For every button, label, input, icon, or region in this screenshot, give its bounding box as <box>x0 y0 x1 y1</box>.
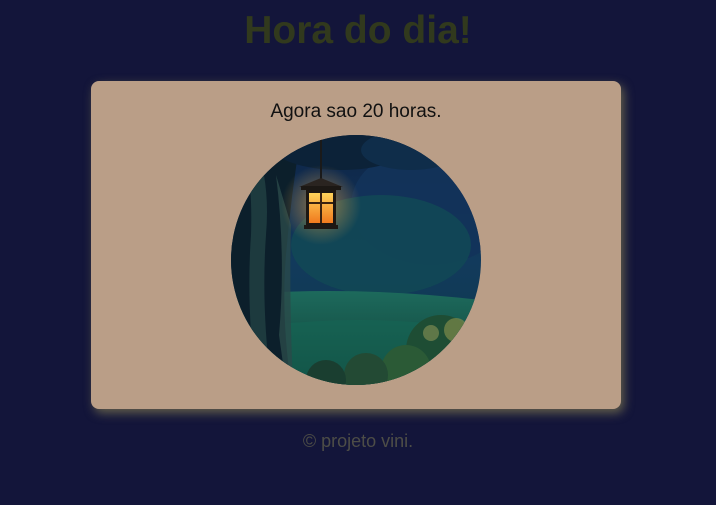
hour-message: Agora sao 20 horas. <box>270 101 442 122</box>
night-lantern-image <box>231 135 481 385</box>
hour-card: Agora sao 20 horas. <box>91 81 621 409</box>
page-title: Hora do dia! <box>244 9 472 52</box>
page: Hora do dia! Agora sao 20 horas. © proje… <box>0 0 716 505</box>
footer-credit: © projeto vini. <box>302 431 414 451</box>
